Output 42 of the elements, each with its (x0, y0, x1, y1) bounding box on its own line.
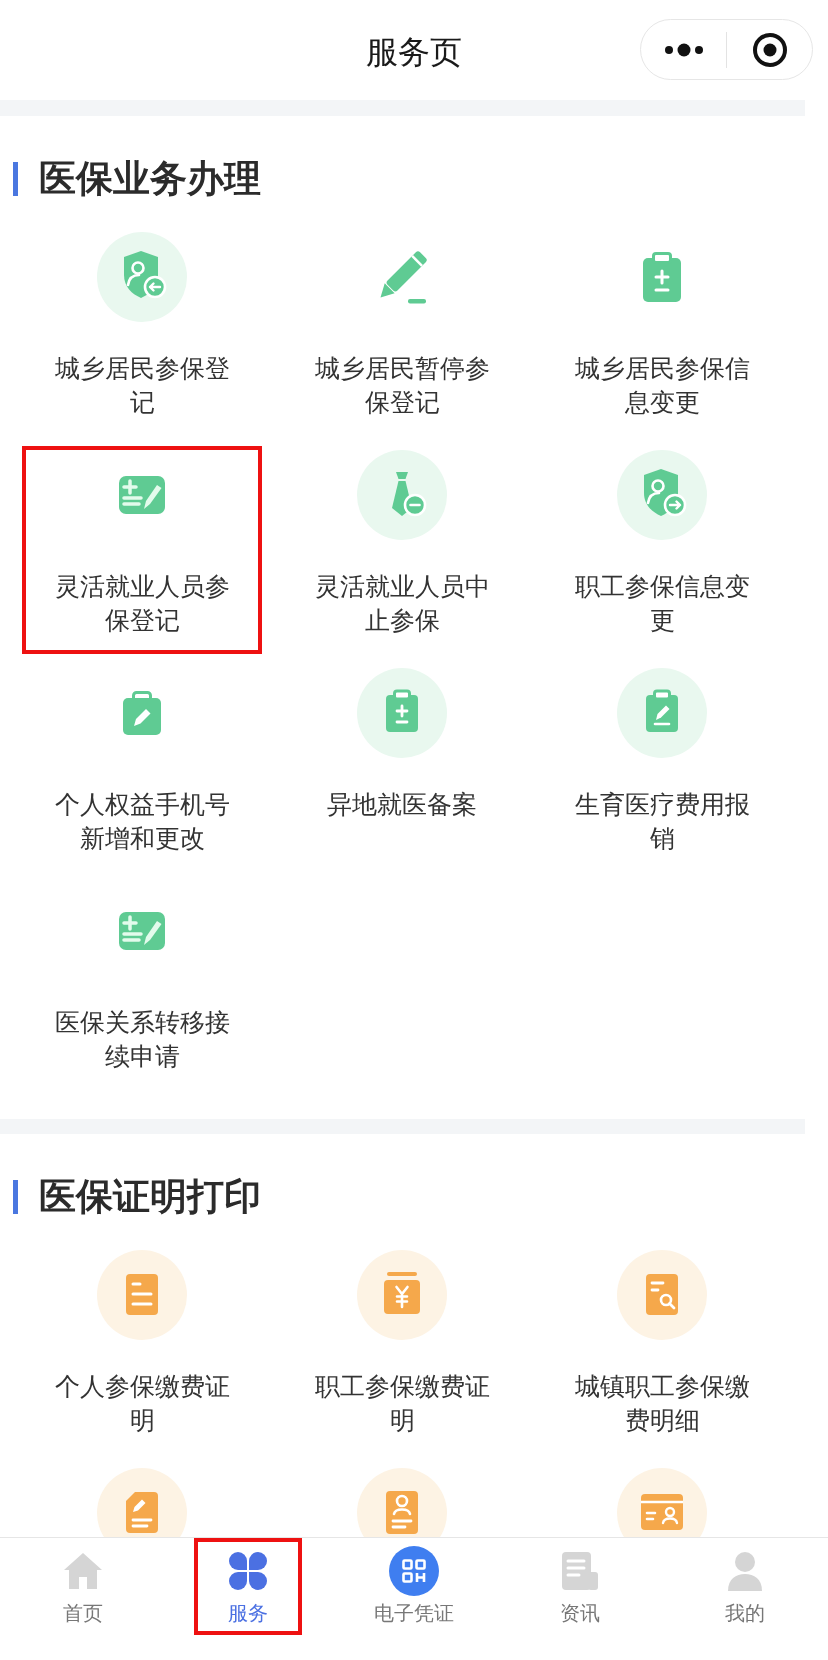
service-item[interactable]: 个人权益手机号新增和更改 (22, 664, 262, 872)
service-item[interactable]: 城乡居民暂停参保登记 (282, 228, 522, 436)
accent-bar-icon (13, 162, 18, 196)
record-icon[interactable] (752, 32, 787, 67)
more-icon[interactable] (664, 42, 703, 57)
nav-tab[interactable]: 我的 (691, 1538, 800, 1635)
service-item[interactable]: 职工参保缴费证明 (282, 1246, 522, 1454)
plus-minus-pencil-icon (119, 911, 165, 951)
shield-user-icon (97, 232, 187, 322)
nav-tab[interactable]: 资讯 (525, 1538, 634, 1635)
document-icon (97, 1250, 187, 1340)
section-title: 医保业务办理 (39, 159, 261, 199)
document-search-icon (617, 1250, 707, 1340)
yen-wallet-icon (357, 1250, 447, 1340)
section-title: 医保证明打印 (39, 1177, 261, 1217)
nav-tab[interactable]: 电子凭证 (360, 1538, 468, 1635)
nav-tab[interactable]: 服务 (194, 1538, 303, 1635)
home-icon (62, 1552, 103, 1590)
service-item[interactable]: 个人参保缴费证明 (22, 1246, 262, 1454)
shield-user-icon (617, 450, 707, 540)
tie-icon (357, 450, 447, 540)
service-item[interactable]: 城镇职工参保缴费明细 (542, 1246, 782, 1454)
service-item[interactable]: 异地就医备案 (282, 664, 522, 838)
clipboard-pencil-icon (617, 668, 707, 758)
service-item[interactable]: 生育医疗费用报销 (542, 664, 782, 872)
service-item[interactable]: 职工参保信息变更 (542, 446, 782, 654)
page-title: 服务页 (366, 32, 462, 73)
clover-icon (228, 1551, 269, 1591)
clipboard-icon (641, 250, 683, 304)
service-item[interactable]: 医保关系转移接续申请 (22, 882, 262, 1090)
briefcase-pencil-icon (122, 690, 162, 736)
service-item[interactable]: 城乡居民参保登记 (22, 228, 262, 436)
service-item[interactable]: 灵活就业人员中止参保 (282, 446, 522, 654)
accent-bar-icon (13, 1180, 18, 1214)
plus-minus-pencil-icon (119, 475, 165, 515)
service-item[interactable]: 城乡居民参保信息变更 (542, 228, 782, 436)
service-item[interactable]: 灵活就业人员参保登记 (22, 446, 262, 654)
clipboard-icon (357, 668, 447, 758)
qr-code-icon (389, 1546, 439, 1596)
nav-tab[interactable]: 首页 (28, 1538, 137, 1635)
user-icon (726, 1551, 765, 1591)
news-icon (560, 1551, 599, 1591)
